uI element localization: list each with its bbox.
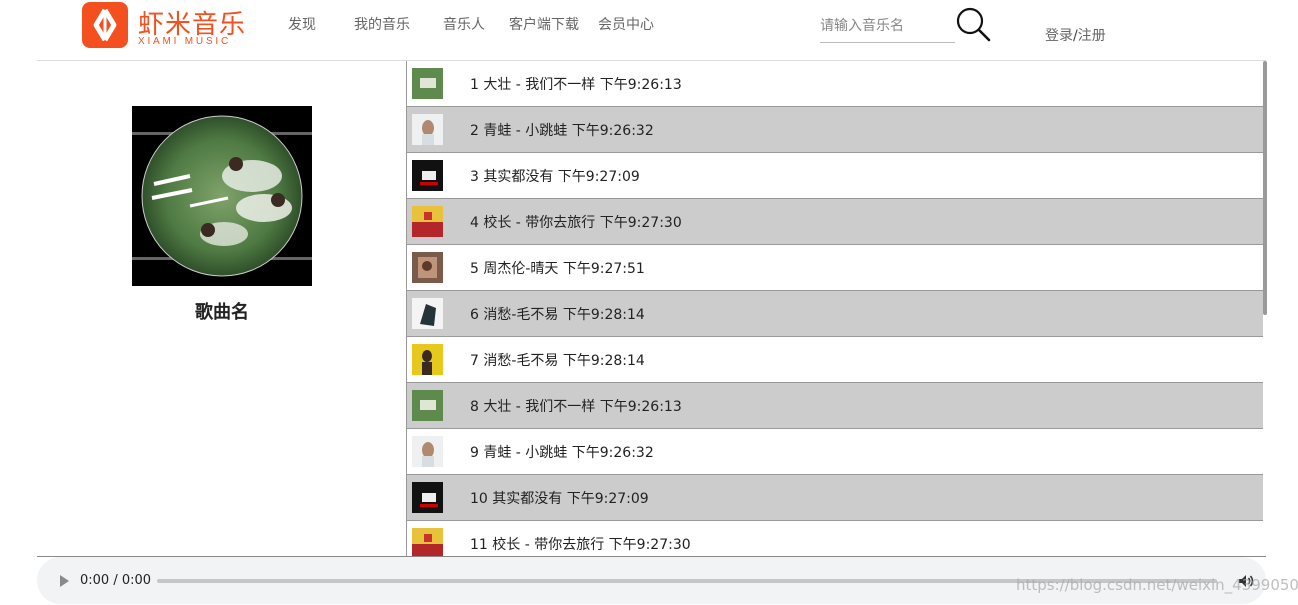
album-cover-image [132, 106, 312, 286]
song-entry-text: 3 其实都没有 下午9:27:09 [470, 169, 640, 185]
xiami-logo-icon [82, 2, 128, 48]
playlist-item[interactable]: 11 校长 - 带你去旅行 下午9:27:30 [407, 521, 1263, 556]
playlist-item[interactable]: 7 消愁-毛不易 下午9:28:14 [407, 337, 1263, 383]
song-thumbnail [412, 160, 443, 191]
song-thumbnail [412, 482, 443, 513]
search-input[interactable] [820, 10, 955, 43]
nav-discover[interactable]: 发现 [288, 14, 316, 34]
song-thumbnail [412, 528, 443, 556]
time-display: 0:00 / 0:00 [80, 573, 152, 588]
song-entry-text: 11 校长 - 带你去旅行 下午9:27:30 [470, 537, 691, 553]
song-entry-text: 6 消愁-毛不易 下午9:28:14 [470, 307, 645, 323]
playlist-item[interactable]: 9 青蛙 - 小跳蛙 下午9:26:32 [407, 429, 1263, 475]
watermark-text: https://blog.csdn.net/weixin_43990504 [1016, 576, 1298, 594]
playlist-item[interactable]: 5 周杰伦-晴天 下午9:27:51 [407, 245, 1263, 291]
playlist-item[interactable]: 6 消愁-毛不易 下午9:28:14 [407, 291, 1263, 337]
nav-my-music[interactable]: 我的音乐 [354, 14, 410, 34]
song-thumbnail [412, 298, 443, 329]
song-thumbnail [412, 206, 443, 237]
playlist-scrollbar[interactable] [1263, 61, 1267, 315]
song-entry-text: 7 消愁-毛不易 下午9:28:14 [470, 353, 645, 369]
nav-member-center[interactable]: 会员中心 [598, 14, 654, 34]
song-entry-text: 10 其实都没有 下午9:27:09 [470, 491, 649, 507]
login-register: 登录/注册 [1045, 25, 1106, 45]
song-thumbnail [412, 114, 443, 145]
playlist-item[interactable]: 10 其实都没有 下午9:27:09 [407, 475, 1263, 521]
logo-text-en: XIAMI MUSIC [138, 36, 232, 47]
playlist-item[interactable]: 4 校长 - 带你去旅行 下午9:27:30 [407, 199, 1263, 245]
current-song-title: 歌曲名 [195, 302, 249, 323]
playlist: 1 大壮 - 我们不一样 下午9:26:13 2 青蛙 - 小跳蛙 下午9:26… [407, 61, 1263, 556]
song-entry-text: 8 大壮 - 我们不一样 下午9:26:13 [470, 399, 682, 415]
song-entry-text: 9 青蛙 - 小跳蛙 下午9:26:32 [470, 445, 654, 461]
playlist-item[interactable]: 3 其实都没有 下午9:27:09 [407, 153, 1263, 199]
register-link[interactable]: 注册 [1078, 28, 1106, 44]
playlist-item[interactable]: 2 青蛙 - 小跳蛙 下午9:26:32 [407, 107, 1263, 153]
login-link[interactable]: 登录 [1045, 28, 1073, 44]
playlist-item[interactable]: 8 大壮 - 我们不一样 下午9:26:13 [407, 383, 1263, 429]
playlist-item[interactable]: 1 大壮 - 我们不一样 下午9:26:13 [407, 61, 1263, 107]
xiami-logo[interactable]: 虾米音乐 XIAMI MUSIC [82, 2, 252, 50]
song-entry-text: 4 校长 - 带你去旅行 下午9:27:30 [470, 215, 682, 231]
search-icon[interactable] [955, 6, 991, 42]
song-thumbnail [412, 68, 443, 99]
nav-client-download[interactable]: 客户端下载 [509, 14, 579, 34]
song-thumbnail [412, 344, 443, 375]
play-icon[interactable] [57, 573, 71, 589]
song-entry-text: 1 大壮 - 我们不一样 下午9:26:13 [470, 77, 682, 93]
nav-musicians[interactable]: 音乐人 [443, 14, 485, 34]
song-entry-text: 2 青蛙 - 小跳蛙 下午9:26:32 [470, 123, 654, 139]
song-thumbnail [412, 252, 443, 283]
song-thumbnail [412, 436, 443, 467]
top-header: 虾米音乐 XIAMI MUSIC 发现 我的音乐 音乐人 客户端下载 会员中心 … [0, 0, 1298, 60]
song-entry-text: 5 周杰伦-晴天 下午9:27:51 [470, 261, 645, 277]
song-thumbnail [412, 390, 443, 421]
